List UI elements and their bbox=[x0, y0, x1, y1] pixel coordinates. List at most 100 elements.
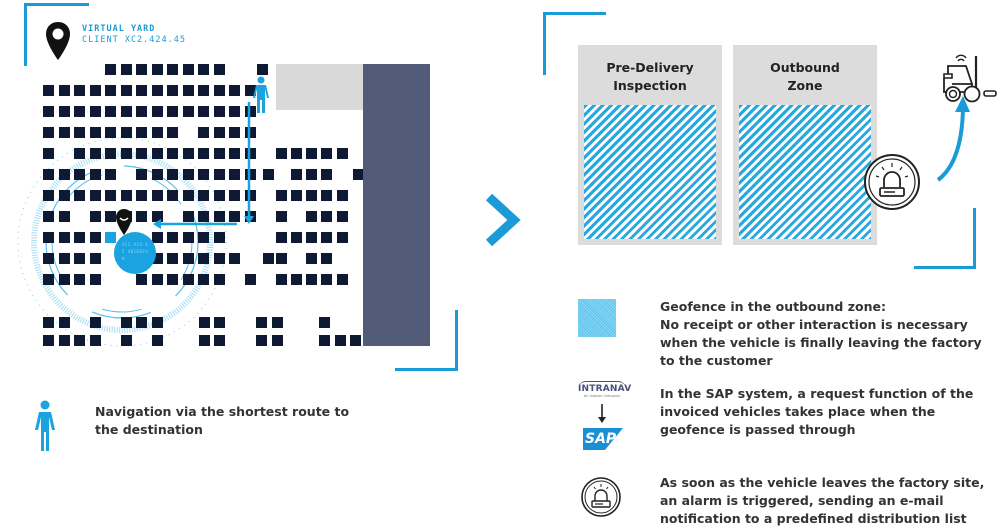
parking-slot bbox=[105, 169, 116, 180]
parking-slot bbox=[136, 317, 147, 328]
parking-slot bbox=[213, 64, 225, 75]
person-icon bbox=[35, 400, 55, 451]
parking-slot bbox=[43, 169, 54, 180]
parking-slot bbox=[105, 148, 116, 159]
parking-slot bbox=[337, 232, 348, 243]
parking-slot bbox=[43, 211, 54, 222]
navigation-description: Navigation via the shortest route to the… bbox=[95, 404, 350, 437]
parking-slot bbox=[198, 232, 209, 243]
parking-slot bbox=[74, 232, 85, 243]
parking-slot bbox=[167, 274, 178, 285]
parking-slot bbox=[59, 335, 70, 346]
zone-title: Pre-Delivery Inspection bbox=[606, 60, 694, 93]
parking-slot bbox=[337, 274, 348, 285]
chevron-right-icon bbox=[486, 193, 521, 247]
parking-slot bbox=[256, 317, 267, 328]
frame-corner-bottom-right bbox=[395, 310, 458, 371]
parking-slot bbox=[272, 317, 283, 328]
parking-slot bbox=[167, 64, 178, 75]
parking-slot bbox=[58, 85, 70, 96]
parking-slot bbox=[291, 169, 302, 180]
parking-slot bbox=[214, 317, 225, 328]
parking-slot bbox=[306, 190, 317, 201]
parking-slot bbox=[90, 317, 101, 328]
alarm-siren-icon bbox=[864, 154, 920, 210]
parking-slot bbox=[152, 317, 163, 328]
parking-slot bbox=[244, 274, 256, 285]
yard-title: VIRTUAL YARD bbox=[82, 24, 156, 34]
parking-slot bbox=[74, 169, 85, 180]
zone-outbound: Outbound Zone bbox=[733, 45, 877, 245]
parking-slot bbox=[229, 253, 240, 264]
parking-slot bbox=[319, 317, 330, 328]
parking-slot bbox=[199, 317, 210, 328]
parking-slot bbox=[58, 211, 70, 222]
parking-slot bbox=[319, 335, 330, 346]
parking-slot bbox=[58, 169, 70, 180]
zone-hatch-area bbox=[584, 105, 716, 239]
parking-slot bbox=[337, 190, 348, 201]
parking-slot bbox=[167, 85, 178, 96]
parking-slot bbox=[89, 106, 101, 117]
parking-slot bbox=[198, 85, 209, 96]
parking-slot bbox=[182, 253, 194, 264]
map-pin-icon bbox=[46, 22, 70, 60]
parking-slot bbox=[291, 148, 302, 159]
parking-slot bbox=[276, 274, 287, 285]
parking-slot bbox=[337, 211, 348, 222]
parking-slot bbox=[306, 232, 317, 243]
parking-slot bbox=[136, 64, 147, 75]
parking-slot bbox=[213, 274, 225, 285]
parking-slot bbox=[43, 232, 54, 243]
parking-slot bbox=[43, 253, 54, 264]
parking-slot bbox=[74, 106, 85, 117]
parking-slot bbox=[120, 85, 132, 96]
destination-label: XC2.424.45 ABCDEFGH bbox=[122, 242, 149, 261]
parking-slot bbox=[120, 64, 132, 75]
parking-slot bbox=[43, 317, 54, 328]
parking-slot bbox=[198, 253, 209, 264]
intranav-logo: INTRANAV An Inpixon Company bbox=[578, 381, 631, 399]
parking-slot bbox=[89, 85, 101, 96]
parking-slot bbox=[105, 106, 116, 117]
parking-slot bbox=[151, 85, 163, 96]
parking-slot bbox=[58, 232, 70, 243]
parking-slot bbox=[306, 211, 317, 222]
parking-slot bbox=[89, 253, 101, 264]
parking-slot bbox=[58, 274, 70, 285]
parking-slot bbox=[74, 253, 85, 264]
frame-corner-bottom-right bbox=[914, 208, 976, 269]
parking-slot bbox=[43, 106, 54, 117]
parking-slot bbox=[272, 335, 283, 346]
parking-slot bbox=[151, 232, 163, 243]
parking-slot bbox=[105, 64, 116, 75]
exit-arrow bbox=[936, 96, 970, 182]
parking-slot bbox=[182, 64, 194, 75]
parking-slot bbox=[151, 274, 163, 285]
parking-slot bbox=[321, 211, 332, 222]
parking-slot bbox=[74, 127, 85, 138]
arrow-down-icon bbox=[598, 404, 606, 423]
destination-marker: XC2.424.45 ABCDEFGH bbox=[114, 232, 156, 274]
parking-slot bbox=[291, 274, 302, 285]
parking-slot bbox=[59, 317, 70, 328]
parking-slot bbox=[74, 148, 85, 159]
parking-slot bbox=[120, 190, 132, 201]
parking-slot bbox=[58, 106, 70, 117]
alarm-siren-icon bbox=[581, 477, 621, 517]
parking-slot bbox=[89, 190, 101, 201]
sap-description: In the SAP system, a request function of… bbox=[660, 386, 974, 437]
forklift-icon bbox=[943, 54, 997, 103]
parking-slot bbox=[74, 85, 85, 96]
parking-slot bbox=[121, 317, 132, 328]
parking-slot bbox=[120, 106, 132, 117]
parking-slot bbox=[306, 253, 317, 264]
parking-slot bbox=[229, 85, 240, 96]
parking-slot bbox=[105, 190, 116, 201]
parking-slot bbox=[43, 190, 54, 201]
parking-slot bbox=[43, 335, 54, 346]
parking-slot bbox=[213, 232, 225, 243]
zone-pre-delivery: Pre-Delivery Inspection bbox=[578, 45, 722, 245]
parking-slot bbox=[213, 85, 225, 96]
geofence-body: No receipt or other interaction is neces… bbox=[660, 317, 982, 368]
